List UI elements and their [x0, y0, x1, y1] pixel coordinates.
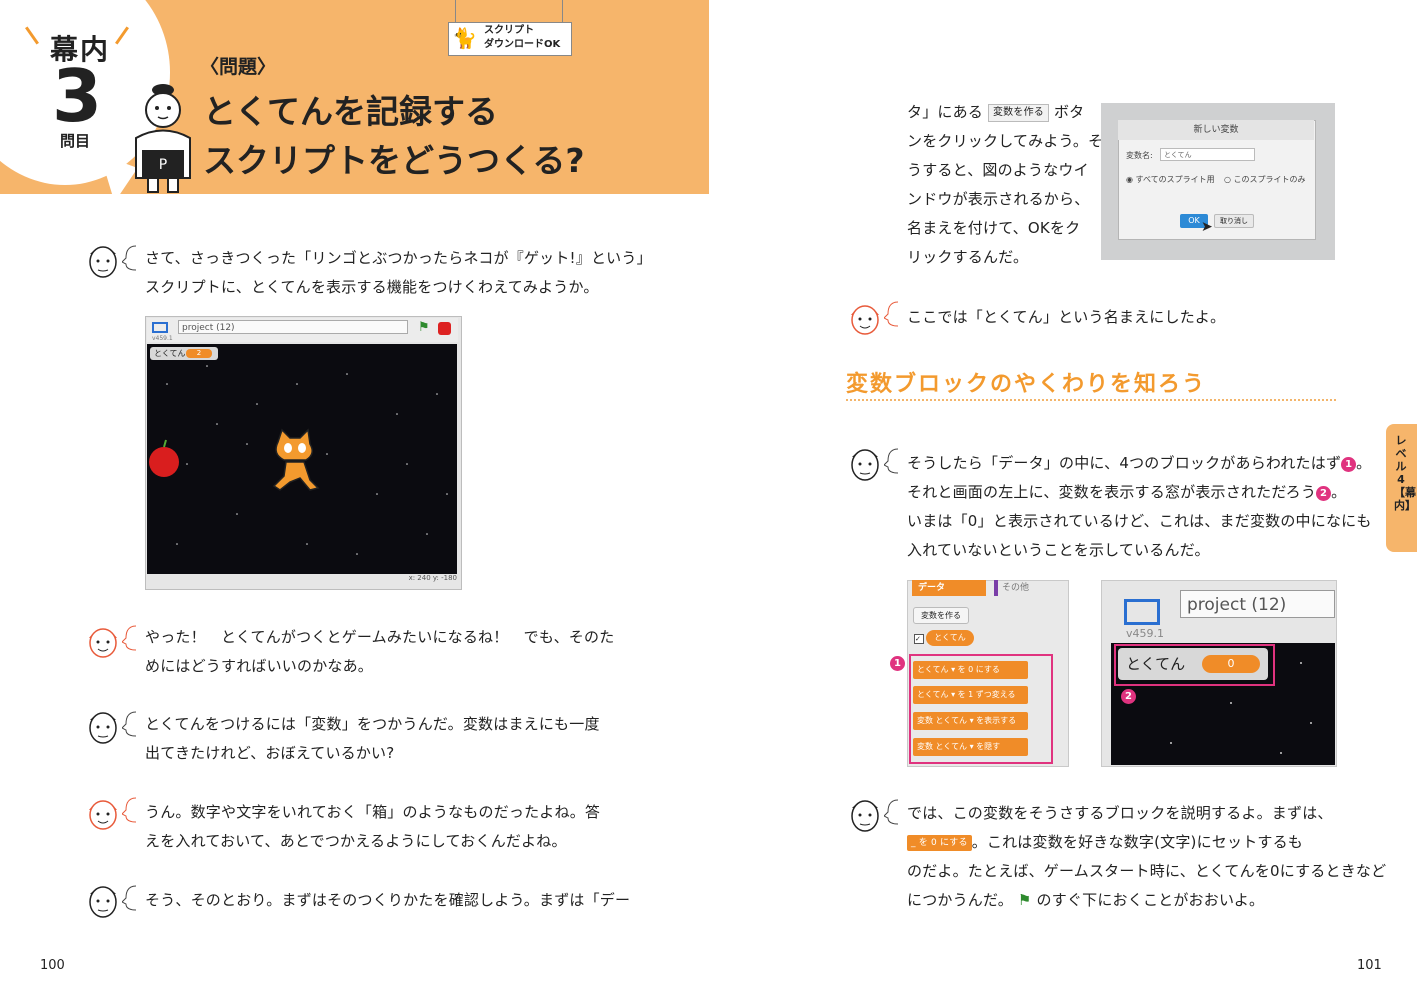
make-variable-button-inline: 変数を作る: [987, 104, 1049, 122]
dialogue-text: とくてんをつけるには「変数」をつかうんだ。変数はまえにも一度 出てきたけれど、お…: [145, 715, 600, 762]
dialogue-text: やった！ とくてんがつくとゲームみたいになるね！ でも、そのた めにはどうすれば…: [145, 628, 615, 675]
dialogue-text: うん。数字や文字をいれておく「箱」のようなものだったよね。答 えを入れておいて、…: [145, 803, 601, 850]
question-suffix: 問目: [60, 132, 91, 150]
green-flag-icon: ⚑: [1012, 891, 1037, 909]
teacher-face-icon: [89, 246, 117, 278]
dialogue-text: そう、そのとおり。まずはそのつくりかたを確認しよう。まずは「デー: [145, 891, 631, 909]
dialogue-text: では、この変数をそうさするブロックを説明するよ。まずは、 _ を 0 にする 。こ…: [907, 804, 1387, 909]
speech-mark: [122, 625, 136, 651]
version-label: v459.1: [152, 335, 173, 342]
marker-1: 1: [1341, 457, 1357, 472]
fullscreen-icon[interactable]: [1124, 599, 1160, 625]
section-heading: 変数ブロックのやくわりを知ろう: [846, 372, 1207, 397]
set-variable-block[interactable]: とくてん ▾ を 0 にする: [913, 661, 1028, 679]
show-variable-block[interactable]: 変数 とくてん ▾ を表示する: [913, 712, 1028, 730]
student-face-icon: [89, 800, 117, 830]
apple-icon: [149, 439, 179, 477]
fullscreen-icon[interactable]: [152, 322, 168, 333]
marker-2: 2: [1316, 486, 1332, 501]
badge-string: [455, 0, 456, 22]
radio-all-sprites[interactable]: ◉ すべてのスプライト用: [1126, 174, 1215, 185]
variable-reporter[interactable]: とくてん: [926, 630, 974, 646]
speech-mark: [884, 799, 898, 825]
change-variable-block[interactable]: とくてん ▾ を 1 ずつ変える: [913, 686, 1028, 704]
project-title-input[interactable]: project (12): [1180, 590, 1335, 618]
sumo-wrestler-icon: P: [135, 84, 191, 193]
svg-text:P: P: [159, 157, 167, 173]
variable-monitor: とくてん 2: [150, 347, 218, 360]
dialogue-text: タ」にある 変数を作る ボタ ンをクリックしてみよう。そ うすると、図のようなウ…: [907, 103, 1104, 266]
mouse-cursor-icon: ➤: [1201, 219, 1213, 235]
highlight-box-2: [1114, 644, 1275, 686]
badge-string: [562, 0, 563, 22]
green-flag-icon[interactable]: ⚑: [418, 320, 430, 335]
teacher-face-icon: [89, 712, 117, 744]
variable-value: 2: [186, 349, 212, 358]
marker-2: 2: [1121, 689, 1136, 704]
download-badge-text: スクリプト ダウンロードOK: [484, 25, 561, 50]
page-title-line2: スクリプトをどうつくる?: [203, 141, 585, 180]
level-side-tab-text: レベル4【幕内】: [1394, 434, 1416, 512]
dialogue-text: そうしたら「データ」の中に、4つのブロックがあらわれたはず 1。 それと画面の左上…: [907, 454, 1372, 559]
teacher-face-icon: [851, 800, 879, 832]
stop-icon[interactable]: [438, 322, 451, 335]
page-number-left: 100: [40, 958, 65, 973]
hide-variable-block[interactable]: 変数 とくてん ▾ を隠す: [913, 738, 1028, 756]
radio-this-sprite[interactable]: ○ このスプライトのみ: [1224, 174, 1306, 185]
dialogue-text: さて、さっきつくった「リンゴとぶつかったらネコが『ゲット!』という」 スクリプト…: [145, 249, 652, 296]
teacher-face-icon: [89, 886, 117, 918]
tab-data[interactable]: データ: [912, 580, 986, 596]
mouse-coordinates: x: 240 y: -180: [408, 574, 457, 582]
problem-label: 〈問題〉: [200, 56, 277, 78]
set-variable-block-inline: _ を 0 にする: [907, 835, 972, 851]
tab-other[interactable]: その他: [994, 580, 1054, 596]
version-label: v459.1: [1126, 627, 1165, 640]
speech-mark: [122, 797, 136, 823]
marker-1: 1: [890, 656, 905, 671]
speech-mark: [122, 711, 136, 737]
speech-mark: [884, 448, 898, 474]
question-number: 3: [52, 54, 103, 138]
page-number-right: 101: [1357, 958, 1382, 973]
scratch-cat-sprite-icon: [272, 428, 320, 491]
variable-name-label: 変数名:: [1126, 151, 1153, 160]
make-variable-button[interactable]: 変数を作る: [913, 607, 969, 624]
teacher-face-icon: [851, 449, 879, 481]
student-face-icon: [851, 305, 879, 335]
page-title-line1: とくてんを記録する: [203, 92, 499, 131]
variable-checkbox[interactable]: ✓: [914, 634, 924, 644]
scratch-cat-icon: 🐈: [452, 26, 477, 50]
cancel-button[interactable]: 取り消し: [1214, 214, 1254, 228]
speech-mark: [122, 245, 136, 271]
speech-mark: [884, 301, 898, 327]
section-divider: [846, 399, 1336, 401]
variable-name-input[interactable]: とくてん: [1160, 148, 1255, 161]
project-title-input[interactable]: project (12): [178, 320, 408, 334]
dialog-title: 新しい変数: [1118, 120, 1314, 140]
speech-mark: [122, 885, 136, 911]
dialogue-text: ここでは「とくてん」という名まえにしたよ。: [907, 308, 1226, 326]
student-face-icon: [89, 628, 117, 658]
